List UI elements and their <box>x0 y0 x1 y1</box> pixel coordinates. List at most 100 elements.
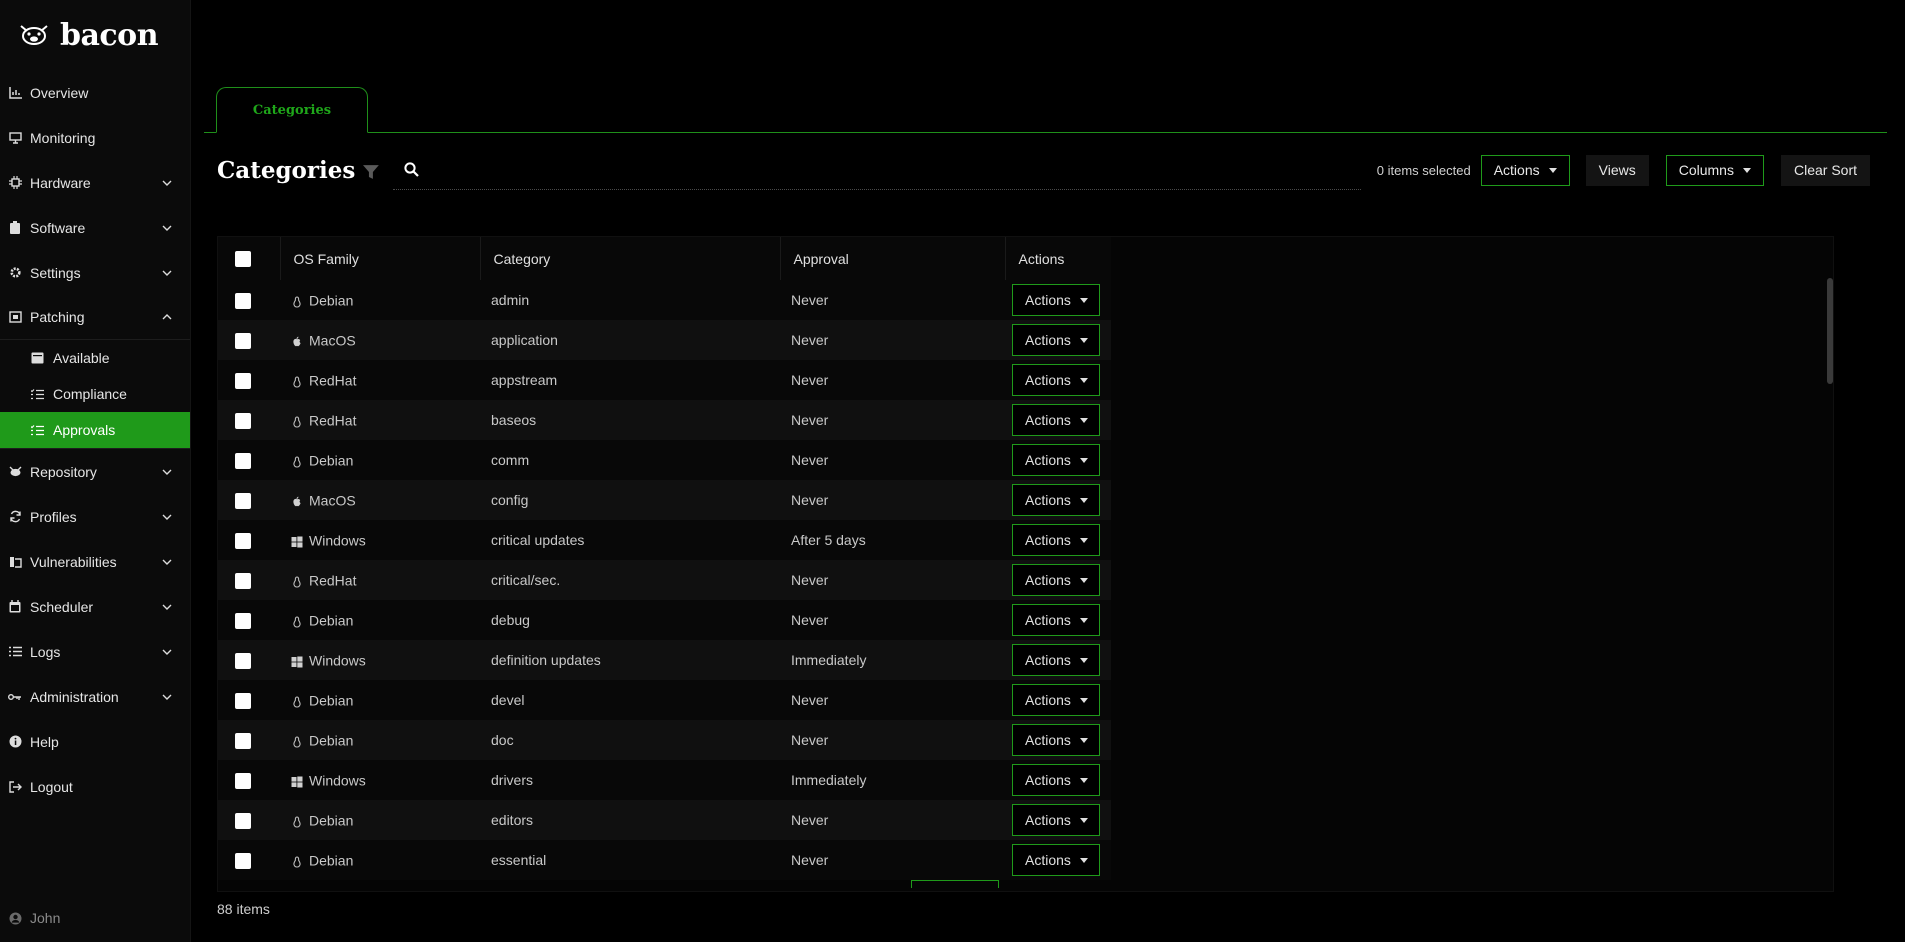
table-row[interactable]: Debian comm Never Actions <box>218 440 1111 480</box>
row-actions-button[interactable]: Actions <box>1012 844 1100 876</box>
category-cell: appstream <box>480 360 780 400</box>
linux-icon <box>291 455 303 468</box>
current-user[interactable]: John <box>9 910 60 926</box>
sidebar-item-patching[interactable]: Patching <box>0 295 190 340</box>
row-actions-button[interactable]: Actions <box>1012 524 1100 556</box>
row-actions-button[interactable]: Actions <box>1012 684 1100 716</box>
row-actions-button[interactable]: Actions <box>1012 324 1100 356</box>
row-checkbox[interactable] <box>235 812 251 829</box>
row-checkbox[interactable] <box>235 572 251 589</box>
table-row[interactable]: Debian devel Never Actions <box>218 680 1111 720</box>
sidebar-subitem-compliance[interactable]: Compliance <box>0 376 190 412</box>
column-header-category[interactable]: Category <box>480 237 781 280</box>
table-row[interactable]: Windows critical updates After 5 days Actio… <box>218 520 1111 560</box>
sidebar-item-vulnerabilities[interactable]: Vulnerabilities <box>0 539 190 584</box>
filter-icon[interactable] <box>363 165 380 179</box>
columns-button[interactable]: Columns <box>1665 154 1764 186</box>
row-checkbox[interactable] <box>235 852 251 869</box>
sidebar-item-logout[interactable]: Logout <box>0 764 190 809</box>
row-actions-button[interactable]: Actions <box>1012 764 1100 796</box>
table-row[interactable]: Debian essential Never Actions <box>218 840 1111 880</box>
category-cell: critical updates <box>480 520 780 560</box>
table-row[interactable]: Debian doc Never Actions <box>218 720 1111 760</box>
sidebar-item-profiles[interactable]: Profiles <box>0 494 190 539</box>
table-row[interactable]: Windows definition updates Immediately Acti… <box>218 640 1111 680</box>
row-actions-button[interactable]: Actions <box>1012 484 1100 516</box>
views-label: Views <box>1598 162 1636 178</box>
row-checkbox[interactable] <box>235 332 251 349</box>
row-actions-button[interactable]: Actions <box>1012 644 1100 676</box>
row-checkbox[interactable] <box>235 772 251 789</box>
row-checkbox[interactable] <box>235 412 251 429</box>
logout-icon <box>7 779 23 795</box>
row-checkbox[interactable] <box>235 692 251 709</box>
row-checkbox[interactable] <box>235 292 251 309</box>
sidebar-item-label: Overview <box>30 84 89 101</box>
sidebar-subitem-available[interactable]: Available <box>0 340 190 376</box>
clear-sort-button[interactable]: Clear Sort <box>1780 154 1870 186</box>
row-actions-button[interactable]: Actions <box>1012 444 1100 476</box>
column-header-os-family[interactable]: OS Family <box>280 237 481 280</box>
category-cell: critical/sec. <box>480 560 780 600</box>
row-actions-button[interactable]: Actions <box>1012 804 1100 836</box>
sidebar-item-scheduler[interactable]: Scheduler <box>0 584 190 629</box>
row-checkbox[interactable] <box>235 452 251 469</box>
actions-cell: Actions <box>1005 400 1111 440</box>
row-checkbox[interactable] <box>235 732 251 749</box>
tab-categories[interactable]: Categories <box>216 87 368 133</box>
refresh-icon <box>7 509 23 525</box>
table-row[interactable]: MacOS application Never Actions <box>218 320 1111 360</box>
table-row[interactable]: RedHat critical/sec. Never Actions <box>218 560 1111 600</box>
sidebar-subitem-approvals[interactable]: Approvals <box>0 412 190 448</box>
search-input[interactable] <box>427 161 1361 178</box>
sidebar-item-repository[interactable]: Repository <box>0 449 190 494</box>
row-checkbox[interactable] <box>235 652 251 669</box>
sidebar-item-label: Administration <box>30 688 119 705</box>
row-actions-button[interactable]: Actions <box>1012 724 1100 756</box>
chevron-down-icon <box>162 649 172 655</box>
sidebar-item-administration[interactable]: Administration <box>0 674 190 719</box>
actions-cell: Actions <box>1005 520 1111 560</box>
row-actions-button[interactable]: Actions <box>1012 564 1100 596</box>
categories-table: OS Family Category Approval Actions Debi… <box>218 237 1111 880</box>
pig-logo-icon <box>20 25 48 45</box>
row-checkbox[interactable] <box>235 532 251 549</box>
table-row[interactable]: Debian admin Never Actions <box>218 280 1111 320</box>
sidebar-item-overview[interactable]: Overview <box>0 70 190 115</box>
sidebar-item-hardware[interactable]: Hardware <box>0 160 190 205</box>
row-checkbox[interactable] <box>235 372 251 389</box>
vertical-scrollbar[interactable] <box>1827 278 1833 384</box>
views-button[interactable]: Views <box>1585 154 1649 186</box>
chevron-up-icon <box>162 314 172 320</box>
column-header-approval[interactable]: Approval <box>780 237 1006 280</box>
chevron-down-icon <box>162 559 172 565</box>
row-checkbox[interactable] <box>235 492 251 509</box>
sidebar-item-software[interactable]: Software <box>0 205 190 250</box>
caret-down-icon <box>1079 497 1088 503</box>
bulk-actions-button[interactable]: Actions <box>1480 154 1570 186</box>
search-icon[interactable] <box>404 162 419 177</box>
table-row[interactable]: RedHat appstream Never Actions <box>218 360 1111 400</box>
table-row[interactable]: Debian debug Never Actions <box>218 600 1111 640</box>
sidebar-item-settings[interactable]: Settings <box>0 250 190 295</box>
row-actions-button[interactable]: Actions <box>1012 604 1100 636</box>
table-row[interactable]: RedHat baseos Never Actions <box>218 400 1111 440</box>
sidebar-item-logs[interactable]: Logs <box>0 629 190 674</box>
brand[interactable]: bacon <box>0 0 190 70</box>
table-row[interactable]: Windows drivers Immediately Actions <box>218 760 1111 800</box>
row-checkbox[interactable] <box>235 612 251 629</box>
sidebar-item-label: Approvals <box>53 422 116 438</box>
row-select-cell <box>218 440 280 480</box>
row-actions-button[interactable]: Actions <box>1012 404 1100 436</box>
row-actions-button-partial[interactable] <box>911 880 999 888</box>
select-all-checkbox[interactable] <box>235 251 251 268</box>
chevron-down-icon <box>162 694 172 700</box>
sidebar-item-label: Repository <box>30 463 97 480</box>
sidebar-item-help[interactable]: Help <box>0 719 190 764</box>
row-actions-button[interactable]: Actions <box>1012 284 1100 316</box>
table-row[interactable]: MacOS config Never Actions <box>218 480 1111 520</box>
approval-cell: Immediately <box>780 760 1005 800</box>
table-row[interactable]: Debian editors Never Actions <box>218 800 1111 840</box>
row-actions-button[interactable]: Actions <box>1012 364 1100 396</box>
sidebar-item-monitoring[interactable]: Monitoring <box>0 115 190 160</box>
